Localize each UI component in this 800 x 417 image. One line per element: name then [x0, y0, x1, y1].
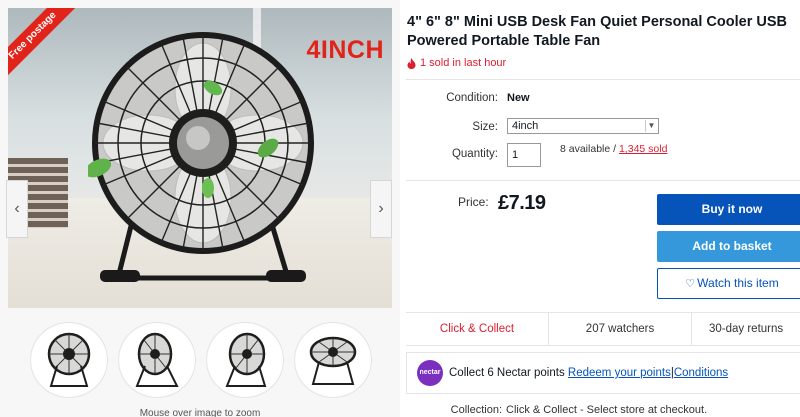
size-label: Size:	[472, 121, 498, 133]
collection-label: Collection:	[450, 404, 502, 416]
size-overlay-label: 4INCH	[306, 36, 384, 64]
returns-info: 30-day returns	[709, 323, 784, 335]
size-select[interactable]: 4inch ▼	[507, 118, 659, 134]
chevron-down-icon: ▼	[645, 120, 657, 132]
nectar-points-text: Collect 6 Nectar points	[449, 367, 565, 379]
image-gallery: 4INCH Free postage ‹ › Mouse over image …	[0, 0, 400, 417]
watch-item-label: Watch this item	[697, 276, 779, 290]
available-count: 8 available /	[560, 143, 619, 155]
collection-row: Collection: Click & Collect - Select stor…	[406, 404, 708, 416]
buy-now-button[interactable]: Buy it now	[657, 194, 800, 225]
gallery-next-button[interactable]: ›	[370, 180, 392, 238]
zoom-caption: Mouse over image to zoom	[139, 408, 261, 417]
quantity-label: Quantity:	[451, 148, 498, 160]
condition-value: New	[507, 92, 530, 104]
conditions-link[interactable]: Conditions	[674, 367, 728, 379]
price-value: £7.19	[498, 192, 546, 214]
collection-value: Click & Collect - Select store at checko…	[506, 404, 708, 416]
redeem-points-link[interactable]: Redeem your points	[568, 367, 671, 379]
click-collect-info[interactable]: Click & Collect	[406, 313, 549, 345]
listing-title: 4" 6" 8" Mini USB Desk Fan Quiet Persona…	[407, 14, 787, 49]
watchers-count: 207 watchers	[549, 313, 692, 345]
info-bar: Click & Collect 207 watchers 30-day retu…	[406, 312, 800, 346]
sold-count-link[interactable]: 1,345 sold	[619, 143, 667, 155]
fan-top-icon	[309, 336, 357, 385]
flame-icon	[407, 57, 416, 69]
thumbnail-3[interactable]	[206, 322, 284, 398]
size-select-value: 4inch	[512, 120, 539, 132]
thumbnail-strip	[30, 322, 380, 398]
divider	[406, 180, 800, 181]
divider	[406, 79, 800, 80]
add-to-basket-button[interactable]: Add to basket	[657, 231, 800, 262]
thumbnail-2[interactable]	[118, 322, 196, 398]
thumbnail-1[interactable]	[30, 322, 108, 398]
condition-label: Condition:	[446, 92, 498, 104]
main-product-image[interactable]: 4INCH Free postage	[8, 8, 392, 308]
sold-recent-text: 1 sold in last hour	[420, 57, 507, 69]
fan-front-icon	[47, 332, 91, 387]
heart-icon: ♡	[685, 278, 696, 290]
watch-item-button[interactable]: ♡ Watch this item	[657, 268, 800, 299]
gallery-prev-button[interactable]: ‹	[6, 180, 28, 238]
listing-details: 4" 6" 8" Mini USB Desk Fan Quiet Persona…	[406, 0, 800, 417]
nectar-points-box: nectar Collect 6 Nectar points Redeem yo…	[406, 352, 800, 394]
thumbnail-4[interactable]	[294, 322, 372, 398]
sold-recent-indicator: 1 sold in last hour	[407, 57, 506, 69]
nectar-logo-icon: nectar	[417, 360, 443, 386]
fan-product-icon	[88, 32, 314, 282]
quantity-input[interactable]: 1	[507, 143, 541, 167]
fan-angle-icon	[225, 332, 267, 387]
price-label: Price:	[458, 195, 489, 209]
availability-text: 8 available / 1,345 sold	[560, 143, 667, 155]
fan-side-icon	[135, 332, 179, 387]
